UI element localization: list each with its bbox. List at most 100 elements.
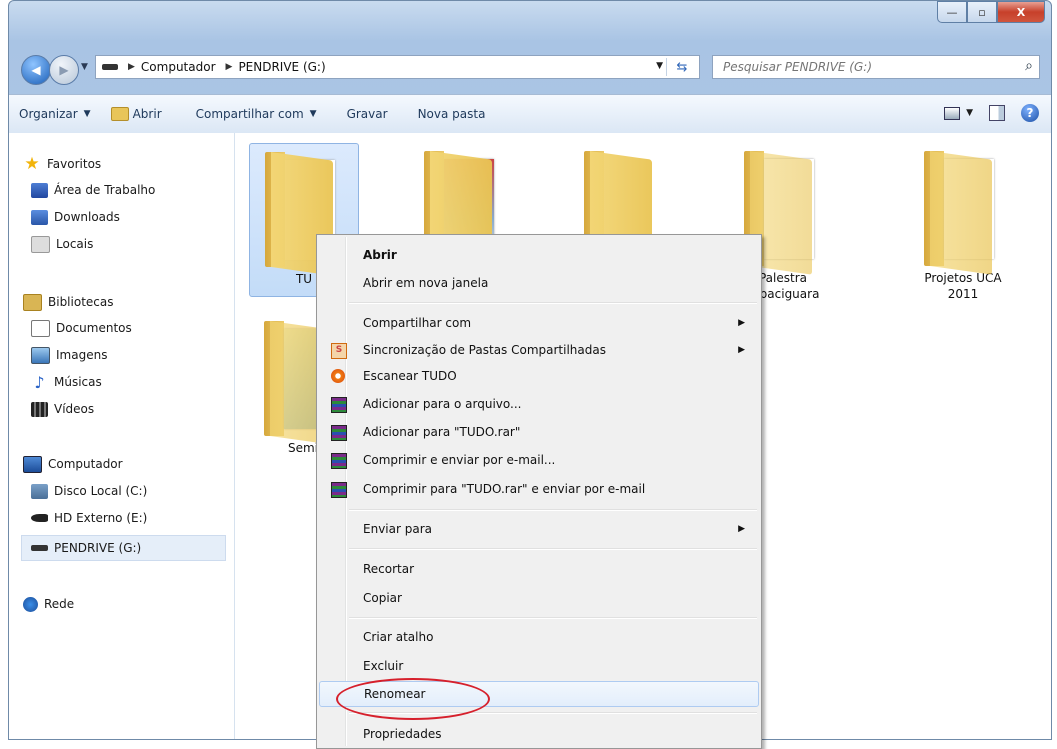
- desktop-icon: [31, 182, 48, 198]
- menu-item-label: Sincronização de Pastas Compartilhadas: [363, 343, 606, 357]
- chevron-down-icon: ▼: [309, 109, 317, 119]
- folder-item-projetos[interactable]: Projetos UCA 2011: [909, 143, 1017, 302]
- winrar-icon: [331, 425, 347, 441]
- close-button[interactable]: X: [997, 1, 1045, 23]
- sync-icon: S: [331, 343, 347, 359]
- documents-icon: [31, 319, 50, 337]
- menu-item-label: Adicionar para o arquivo...: [363, 397, 522, 411]
- sidebar-item-music[interactable]: ♪ Músicas: [31, 371, 101, 393]
- star-icon: ★: [24, 153, 40, 174]
- sidebar-item-favorites[interactable]: ★ Favoritos: [23, 153, 101, 175]
- folder-label: Projetos UCA 2011: [924, 271, 1002, 301]
- sidebar-item-places[interactable]: Locais: [31, 233, 93, 255]
- menu-item-label: Comprimir para "TUDO.rar" e enviar por e…: [363, 482, 646, 496]
- address-dropdown-chevron-down-icon[interactable]: ▼: [656, 61, 663, 71]
- external-drive-icon: [31, 514, 48, 522]
- submenu-arrow-icon: ▶: [738, 524, 745, 534]
- sidebar-item-libraries[interactable]: Bibliotecas: [23, 291, 113, 313]
- menu-item-sync-shared-folders[interactable]: S Sincronização de Pastas Compartilhadas…: [319, 338, 759, 362]
- share-label: Compartilhar com: [195, 107, 304, 121]
- menu-item-compress-rar-email[interactable]: Comprimir para "TUDO.rar" e enviar por e…: [319, 477, 759, 501]
- organize-label: Organizar: [19, 107, 78, 121]
- menu-item-label: Copiar: [363, 591, 402, 605]
- title-bar: — ▫ X: [9, 1, 1051, 41]
- view-options-chevron-down-icon[interactable]: ▼: [966, 108, 973, 118]
- search-icon[interactable]: ⌕: [1025, 58, 1033, 74]
- libraries-icon: [23, 293, 42, 311]
- menu-item-label: Adicionar para "TUDO.rar": [363, 425, 521, 439]
- maximize-button[interactable]: ▫: [967, 1, 997, 23]
- change-view-icon[interactable]: [944, 106, 961, 120]
- window-controls: — ▫ X: [937, 1, 1045, 23]
- sidebar-item-videos[interactable]: Vídeos: [31, 398, 94, 420]
- submenu-arrow-icon: ▶: [738, 318, 745, 328]
- menu-item-label: Recortar: [363, 562, 415, 576]
- menu-item-label: Abrir em nova janela: [363, 276, 489, 290]
- help-icon[interactable]: ?: [1021, 104, 1039, 122]
- sidebar-item-downloads[interactable]: Downloads: [31, 206, 120, 228]
- search-input[interactable]: [721, 56, 1005, 78]
- places-icon: [31, 235, 50, 253]
- sidebar-item-pendrive[interactable]: PENDRIVE (G:): [31, 537, 141, 559]
- chevron-down-icon: ▼: [83, 109, 91, 119]
- sidebar-item-label: Imagens: [56, 348, 108, 362]
- navigation-pane: ★ Favoritos Área de Trabalho Downloads L…: [9, 133, 235, 739]
- sidebar-item-desktop[interactable]: Área de Trabalho: [31, 179, 155, 201]
- burn-button[interactable]: Gravar: [337, 107, 398, 121]
- organize-button[interactable]: Organizar ▼: [9, 107, 101, 121]
- preview-pane-icon[interactable]: [989, 105, 1005, 121]
- menu-item-properties[interactable]: Propriedades: [319, 722, 759, 746]
- share-with-button[interactable]: Compartilhar com ▼: [186, 107, 327, 121]
- menu-item-cut[interactable]: Recortar: [319, 557, 759, 581]
- videos-icon: [31, 401, 48, 417]
- address-bar[interactable]: ▶ Computador ▶ PENDRIVE (G:) ▼ ⇆: [95, 55, 700, 79]
- menu-item-compress-email[interactable]: Comprimir e enviar por e-mail...: [319, 448, 759, 472]
- open-button[interactable]: Abrir: [101, 107, 172, 121]
- breadcrumb-separator-icon[interactable]: ▶: [128, 62, 135, 72]
- folder-open-icon: [110, 107, 129, 121]
- sidebar-item-network[interactable]: Rede: [23, 593, 74, 615]
- menu-item-label: Propriedades: [363, 727, 442, 741]
- sidebar-item-label: PENDRIVE (G:): [54, 541, 142, 555]
- menu-item-add-to-rar[interactable]: Adicionar para "TUDO.rar": [319, 420, 759, 444]
- menu-item-label: Escanear TUDO: [363, 369, 457, 383]
- menu-item-send-to[interactable]: Enviar para ▶: [319, 517, 759, 541]
- new-folder-button[interactable]: Nova pasta: [408, 107, 496, 121]
- sidebar-item-images[interactable]: Imagens: [31, 344, 107, 366]
- forward-button[interactable]: ▶: [49, 55, 79, 85]
- images-icon: [31, 346, 50, 364]
- minimize-button[interactable]: —: [937, 1, 967, 23]
- sidebar-item-external-hd[interactable]: HD Externo (E:): [31, 507, 147, 529]
- antivirus-icon: [331, 369, 345, 383]
- new-folder-label: Nova pasta: [417, 107, 486, 121]
- winrar-icon: [331, 397, 347, 413]
- back-button[interactable]: ◀: [21, 55, 51, 85]
- folder-icon: [924, 151, 1002, 275]
- sidebar-item-label: Vídeos: [54, 402, 95, 416]
- menu-item-open-new-window[interactable]: Abrir em nova janela: [319, 271, 759, 295]
- refresh-icon[interactable]: ⇆: [666, 58, 697, 76]
- recent-pages-chevron-down-icon[interactable]: ▼: [81, 62, 88, 72]
- menu-item-copy[interactable]: Copiar: [319, 586, 759, 610]
- usb-drive-icon: [31, 545, 48, 551]
- breadcrumb-pendrive[interactable]: PENDRIVE (G:): [238, 60, 325, 74]
- menu-item-scan[interactable]: Escanear TUDO: [319, 364, 759, 388]
- sidebar-item-label: Favoritos: [47, 157, 102, 171]
- network-icon: [23, 596, 38, 612]
- menu-item-add-to-archive[interactable]: Adicionar para o arquivo...: [319, 392, 759, 416]
- sidebar-item-local-disk[interactable]: Disco Local (C:): [31, 480, 147, 502]
- sidebar-item-computer[interactable]: Computador: [23, 453, 123, 475]
- breadcrumb-computer[interactable]: Computador: [141, 60, 216, 74]
- sidebar-item-documents[interactable]: Documentos: [31, 317, 132, 339]
- winrar-icon: [331, 482, 347, 498]
- search-box[interactable]: ⌕: [712, 55, 1040, 79]
- navigation-bar: ◀ ▶ ▼ ▶ Computador ▶ PENDRIVE (G:) ▼ ⇆ ⌕: [19, 52, 1041, 85]
- breadcrumb-separator-icon[interactable]: ▶: [226, 62, 233, 72]
- sidebar-item-label: Bibliotecas: [48, 295, 114, 309]
- menu-item-open[interactable]: Abrir: [319, 243, 759, 267]
- menu-item-label: Comprimir e enviar por e-mail...: [363, 453, 556, 467]
- menu-item-delete[interactable]: Excluir: [319, 654, 759, 678]
- menu-item-share-with[interactable]: Compartilhar com ▶: [319, 311, 759, 335]
- view-controls: ▼ ?: [944, 104, 1039, 122]
- menu-item-create-shortcut[interactable]: Criar atalho: [319, 625, 759, 649]
